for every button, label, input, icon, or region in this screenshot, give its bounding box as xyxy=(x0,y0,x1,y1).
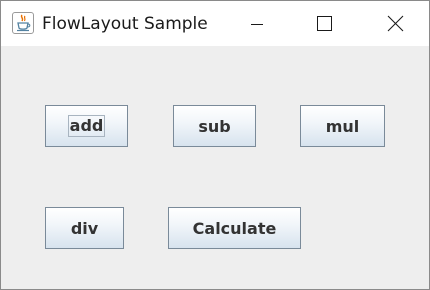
div-button[interactable]: div xyxy=(45,207,124,249)
mul-button-label: mul xyxy=(325,116,360,136)
close-button[interactable] xyxy=(372,1,418,46)
sub-button-label: sub xyxy=(198,116,231,136)
content-pane: add sub mul div Calculate xyxy=(1,46,429,289)
add-button-label: add xyxy=(67,115,106,137)
maximize-button[interactable] xyxy=(301,1,347,46)
maximize-icon xyxy=(317,16,332,31)
div-button-label: div xyxy=(70,218,99,238)
window-title: FlowLayout Sample xyxy=(42,14,208,34)
minimize-icon xyxy=(251,24,263,25)
mul-button[interactable]: mul xyxy=(300,105,385,147)
application-window: FlowLayout Sample add sub mul div Calcul… xyxy=(0,0,430,290)
calculate-button[interactable]: Calculate xyxy=(168,207,301,249)
calculate-button-label: Calculate xyxy=(192,218,277,238)
java-cup-icon xyxy=(12,12,34,34)
close-icon xyxy=(387,15,404,32)
add-button[interactable]: add xyxy=(45,105,128,147)
title-bar[interactable]: FlowLayout Sample xyxy=(1,1,429,46)
sub-button[interactable]: sub xyxy=(173,105,256,147)
minimize-button[interactable] xyxy=(234,1,280,46)
